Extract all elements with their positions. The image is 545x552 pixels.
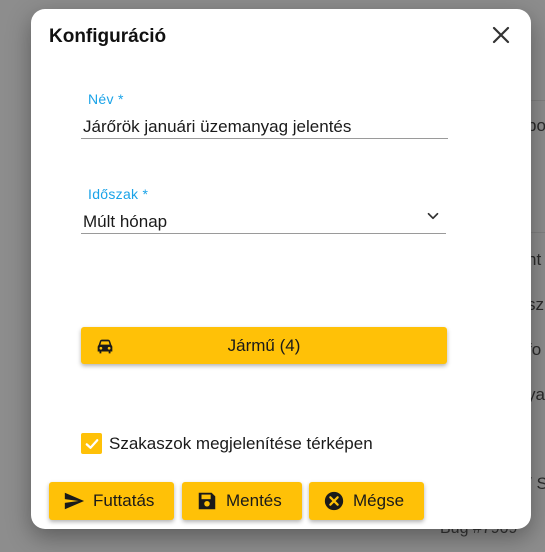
dialog-title: Konfiguráció bbox=[49, 26, 167, 47]
save-icon bbox=[198, 492, 216, 510]
vehicle-button[interactable]: Jármű (4) bbox=[81, 327, 447, 364]
configuration-dialog: Konfiguráció Név * Járőrök januári üzema… bbox=[31, 9, 531, 529]
vehicle-button-label: Jármű (4) bbox=[227, 335, 301, 355]
show-sections-row[interactable]: Szakaszok megjelenítése térképen bbox=[81, 433, 373, 454]
period-field-label: Időszak * bbox=[88, 186, 149, 202]
cancel-circle-icon bbox=[324, 491, 344, 511]
period-select[interactable]: Múlt hónap bbox=[83, 212, 167, 232]
close-button[interactable] bbox=[489, 23, 513, 47]
period-field-underline bbox=[81, 233, 446, 234]
run-button[interactable]: Futtatás bbox=[49, 482, 174, 520]
name-field-underline bbox=[81, 138, 448, 139]
show-sections-label: Szakaszok megjelenítése térképen bbox=[109, 433, 373, 453]
show-sections-checkbox[interactable] bbox=[81, 433, 102, 454]
name-field-label: Név * bbox=[88, 91, 124, 107]
run-button-label: Futtatás bbox=[93, 491, 155, 510]
chevron-down-icon[interactable] bbox=[424, 207, 442, 225]
cancel-button-label: Mégse bbox=[353, 491, 405, 510]
cancel-button[interactable]: Mégse bbox=[309, 482, 424, 520]
close-icon bbox=[492, 26, 510, 44]
save-button[interactable]: Mentés bbox=[182, 482, 302, 520]
checkmark-icon bbox=[85, 438, 98, 449]
send-icon bbox=[64, 492, 85, 510]
car-icon bbox=[97, 339, 113, 354]
name-field[interactable]: Járőrök januári üzemanyag jelentés bbox=[83, 117, 351, 137]
save-button-label: Mentés bbox=[226, 491, 282, 510]
